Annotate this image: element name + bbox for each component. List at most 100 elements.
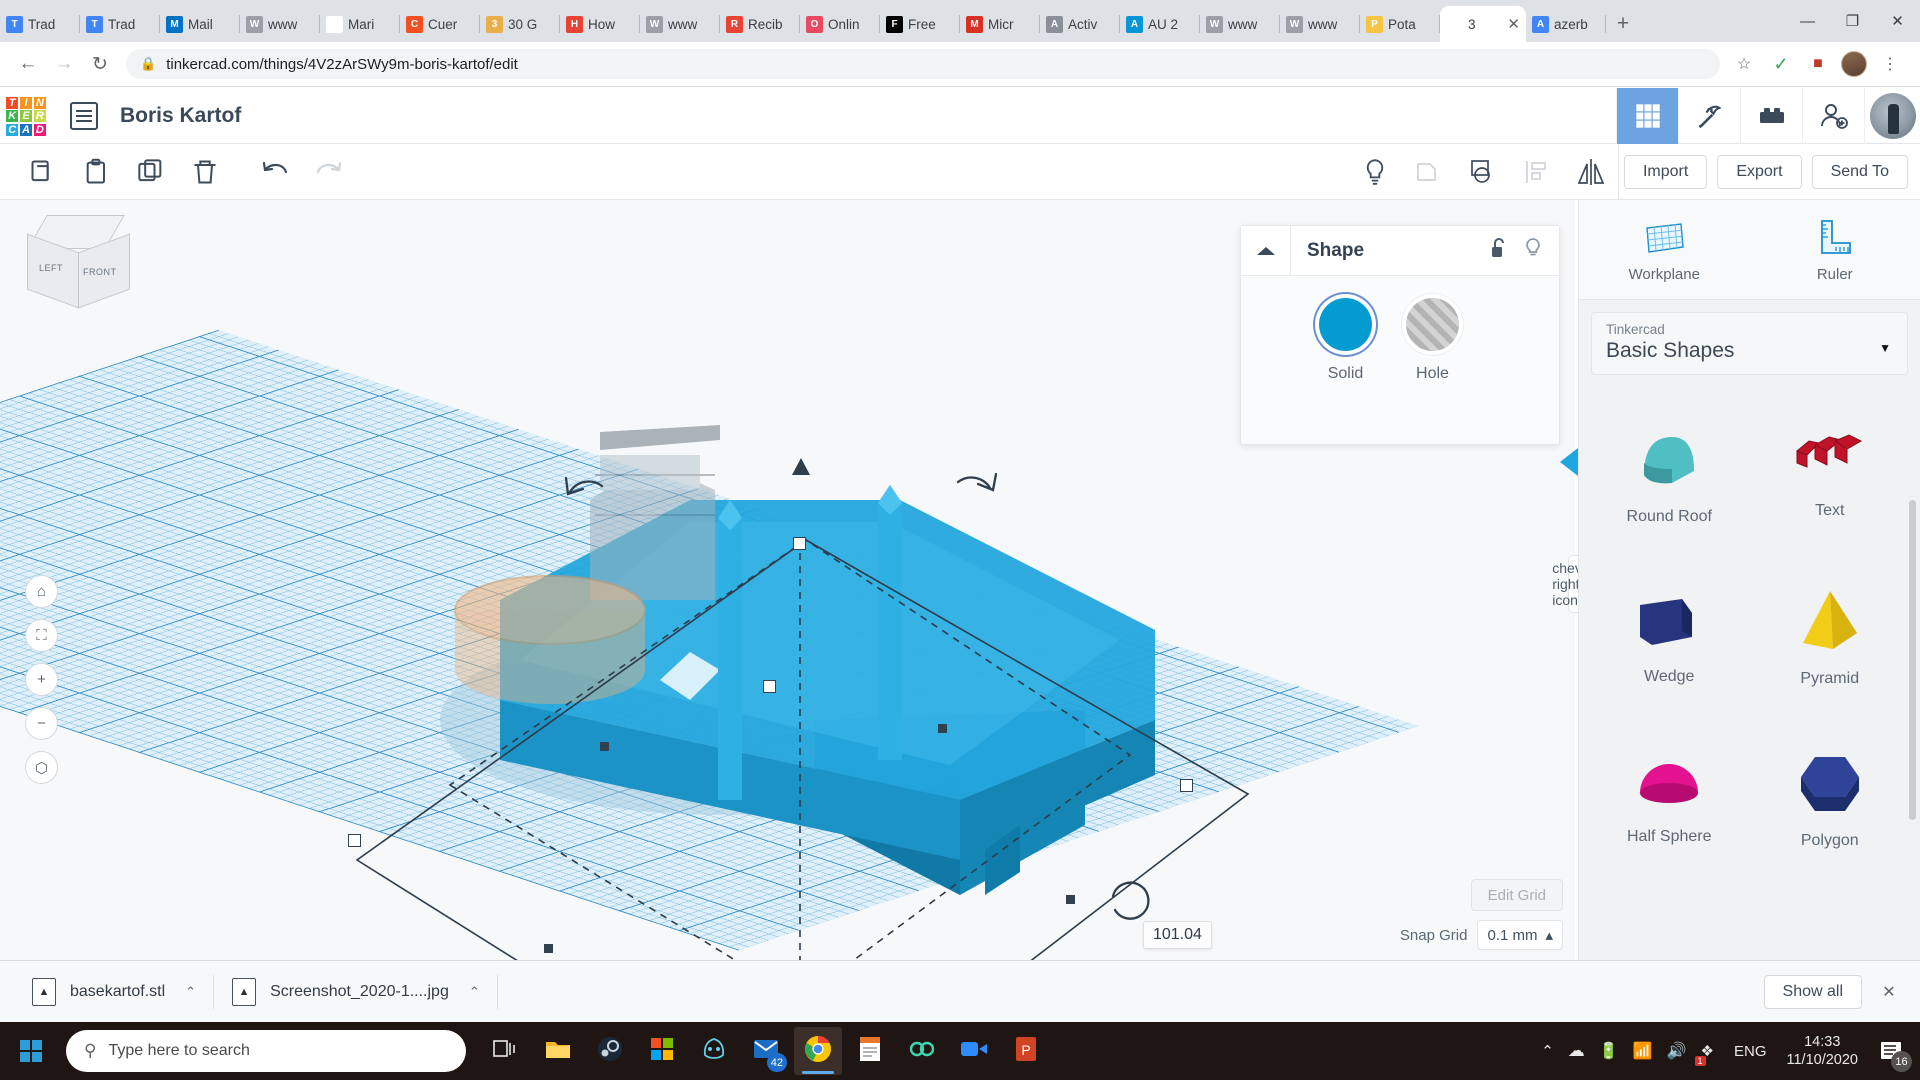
invite-button[interactable] [1802,88,1864,144]
download-item[interactable]: ▲basekartof.stl⌃ [14,971,214,1013]
download-item[interactable]: ▲Screenshot_2020-1....jpg⌃ [214,971,498,1013]
new-tab-button[interactable]: + [1606,9,1640,39]
browser-tab[interactable]: 330 G [480,6,560,42]
resize-handle-top[interactable] [793,537,806,550]
list-menu-icon[interactable] [70,102,98,130]
resize-handle-right[interactable] [1180,779,1193,792]
copy-button[interactable] [16,150,70,194]
browser-tab[interactable]: Wwww [240,6,320,42]
onedrive-cloud-icon[interactable]: ☁ [1568,1041,1585,1061]
close-window-button[interactable]: ✕ [1875,5,1920,37]
tray-expand-icon[interactable]: ⌃ [1541,1042,1554,1060]
shape-item[interactable]: Pyramid [1750,557,1911,715]
shape-item[interactable]: Wedge [1589,557,1750,715]
clock[interactable]: 14:33 11/10/2020 [1787,1033,1859,1069]
browser-tab[interactable]: CCuer [400,6,480,42]
download-menu-icon[interactable]: ⌃ [185,984,196,1000]
shape-type-hole[interactable]: Hole [1406,298,1459,383]
download-menu-icon[interactable]: ⌃ [469,984,480,1000]
shape-item[interactable]: Polygon [1750,719,1911,877]
menu-kebab-icon[interactable]: ⋮ [1876,50,1904,78]
user-avatar[interactable] [1864,88,1920,144]
puzzle-icon[interactable]: ■ [1804,50,1832,78]
resize-handle-mid[interactable] [763,680,776,693]
sidebar-scrollbar[interactable] [1909,500,1916,820]
maximize-button[interactable]: ❐ [1830,5,1875,37]
browser-tab[interactable]: MMari [320,6,400,42]
browser-tab[interactable]: OOnlin [800,6,880,42]
show-all-downloads-button[interactable]: Show all [1764,975,1862,1009]
battery-icon[interactable]: 🔋 [1599,1041,1619,1061]
group-button[interactable] [1402,150,1456,194]
volume-icon[interactable]: 🔊 [1667,1041,1687,1061]
browser-tab[interactable]: TTrad [0,6,80,42]
shape-item[interactable]: Text [1750,395,1911,553]
notes-button[interactable] [1348,150,1402,194]
redo-button[interactable] [302,150,356,194]
browser-tab[interactable]: Wwww [1280,6,1360,42]
alienware-button[interactable] [690,1027,738,1075]
dropbox-icon[interactable]: ❖ 1 [1701,1042,1714,1060]
reader-button[interactable] [846,1027,894,1075]
browser-tab[interactable]: AActiv [1040,6,1120,42]
send-to-button[interactable]: Send To [1812,155,1908,189]
browser-tab[interactable]: HHow [560,6,640,42]
mirror-button[interactable] [1564,150,1618,194]
lightbulb-icon[interactable] [1523,237,1543,264]
teams-button[interactable] [898,1027,946,1075]
snap-grid-select[interactable]: 0.1 mm ▴ [1477,920,1563,950]
wifi-icon[interactable]: 📶 [1633,1041,1653,1061]
browser-tab[interactable]: Wwww [640,6,720,42]
delete-button[interactable] [178,150,232,194]
zoom-in-button[interactable]: + [25,663,58,696]
zoom-button[interactable] [950,1027,998,1075]
shape-type-solid[interactable]: Solid [1319,298,1372,383]
task-view-button[interactable] [482,1027,530,1075]
browser-tab[interactable]: PPota [1360,6,1440,42]
forward-button[interactable]: → [48,48,80,80]
edge-handle-3[interactable] [938,724,947,733]
minimize-button[interactable]: — [1785,5,1830,37]
browser-tab[interactable]: Aazerb [1526,6,1606,42]
browser-tab[interactable]: 3✕ [1440,6,1526,42]
mail-button[interactable]: 42 [742,1027,790,1075]
fit-view-button[interactable]: ⛶ [25,619,58,652]
home-view-button[interactable]: ⌂ [25,575,58,608]
shape-item[interactable]: Half Sphere [1589,719,1750,877]
view-cube[interactable]: LEFT FRONT [25,215,135,310]
edit-grid-button[interactable]: Edit Grid [1471,879,1563,911]
edge-handle-2[interactable] [544,944,553,953]
browser-tab[interactable]: MMail [160,6,240,42]
ruler-tool[interactable]: Ruler [1750,200,1920,299]
browser-tab[interactable]: FFree [880,6,960,42]
reload-button[interactable]: ↻ [84,48,116,80]
file-explorer-button[interactable] [534,1027,582,1075]
blocks-button[interactable] [1740,88,1802,144]
grid-view-button[interactable] [1616,88,1678,144]
minecraft-button[interactable] [1678,88,1740,144]
tinkercad-logo-icon[interactable]: TINKERCAD [6,97,46,135]
close-tab-icon[interactable]: ✕ [1507,17,1520,32]
back-button[interactable]: ← [12,48,44,80]
export-button[interactable]: Export [1717,155,1801,189]
solid-swatch[interactable] [1319,298,1372,351]
language-indicator[interactable]: ENG [1734,1043,1767,1060]
star-icon[interactable]: ☆ [1730,50,1758,78]
duplicate-button[interactable] [124,150,178,194]
browser-tab[interactable]: Wwww [1200,6,1280,42]
resize-handle-left[interactable] [348,834,361,847]
shape-item[interactable]: Round Roof [1589,395,1750,553]
align-button[interactable] [1510,150,1564,194]
zoom-out-button[interactable]: − [25,707,58,740]
close-downloads-bar-icon[interactable]: ✕ [1876,979,1902,1005]
store-button[interactable] [638,1027,686,1075]
browser-tab[interactable]: RRecib [720,6,800,42]
shape-library-select[interactable]: Tinkercad Basic Shapes ▼ [1591,312,1908,375]
workplane-tool[interactable]: Workplane [1579,200,1750,299]
browser-tab[interactable]: MMicr [960,6,1040,42]
paste-button[interactable] [70,150,124,194]
hole-swatch[interactable] [1406,298,1459,351]
profile-avatar[interactable] [1841,51,1867,77]
collapse-panel-button[interactable] [1241,226,1291,275]
taskbar-search[interactable]: ⚲ Type here to search [66,1030,466,1072]
